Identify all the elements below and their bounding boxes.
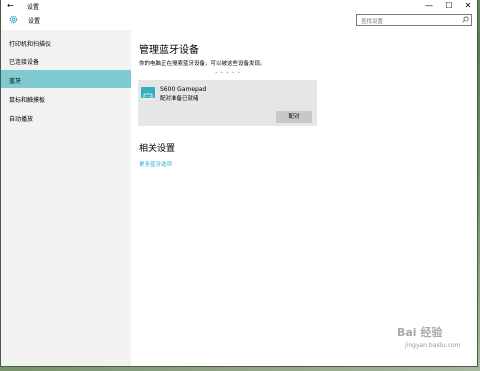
progress-dots-icon: • • • • •	[215, 70, 241, 75]
device-status: 配对准备已就绪	[160, 96, 199, 102]
sidebar-item-label: 已连接设备	[9, 59, 40, 66]
window-title: 设置	[27, 4, 40, 11]
gamepad-icon	[141, 87, 155, 100]
title-bar: ← 设置 — ☐ ✕	[1, 0, 477, 12]
sidebar-item-label: 打印机和扫描仪	[9, 41, 52, 48]
search-input[interactable]: 查找设置	[356, 14, 472, 26]
settings-window: ← 设置 — ☐ ✕ 设置 查找设置 打印机和扫描仪 已连接设备 蓝牙 鼠标和触…	[1, 0, 477, 366]
search-icon[interactable]	[462, 16, 469, 23]
search-placeholder: 查找设置	[361, 19, 384, 25]
device-card[interactable]: S600 Gamepad 配对准备已就绪 配对	[138, 80, 317, 126]
watermark-url: jingyan.baidu.com	[405, 342, 461, 349]
sidebar-item-printers-scanners[interactable]: 打印机和扫描仪	[1, 33, 131, 51]
sidebar-item-autoplay[interactable]: 自动播放	[1, 108, 131, 126]
app-title: 设置	[28, 18, 41, 25]
close-button[interactable]: ✕	[460, 1, 476, 10]
minimize-button[interactable]: —	[421, 1, 437, 10]
app-header: 设置 查找设置	[1, 12, 477, 30]
watermark-logo: Bai 经验	[397, 326, 443, 339]
main-content: 管理蓝牙设备 你的电脑正在搜索蓝牙设备，可以被这些设备发现。 • • • • •…	[131, 30, 477, 366]
pair-button[interactable]: 配对	[276, 111, 312, 123]
sidebar-item-connected-devices[interactable]: 已连接设备	[1, 51, 131, 69]
more-bluetooth-options-link[interactable]: 更多蓝牙选项	[139, 160, 172, 168]
sidebar: 打印机和扫描仪 已连接设备 蓝牙 鼠标和触摸板 自动播放	[1, 30, 131, 366]
sidebar-item-mouse-touchpad[interactable]: 鼠标和触摸板	[1, 89, 131, 107]
sidebar-item-label: 蓝牙	[9, 78, 22, 85]
gear-icon	[9, 15, 18, 24]
sidebar-item-label: 自动播放	[9, 116, 34, 123]
maximize-button[interactable]: ☐	[441, 1, 457, 10]
page-title: 管理蓝牙设备	[139, 45, 199, 56]
device-name: S600 Gamepad	[160, 86, 207, 93]
sidebar-item-bluetooth[interactable]: 蓝牙	[1, 70, 131, 88]
sidebar-item-label: 鼠标和触摸板	[9, 97, 46, 104]
search-status-text: 你的电脑正在搜索蓝牙设备，可以被这些设备发现。	[139, 61, 266, 67]
related-settings-title: 相关设置	[139, 144, 176, 154]
back-arrow-icon[interactable]: ←	[7, 1, 14, 10]
